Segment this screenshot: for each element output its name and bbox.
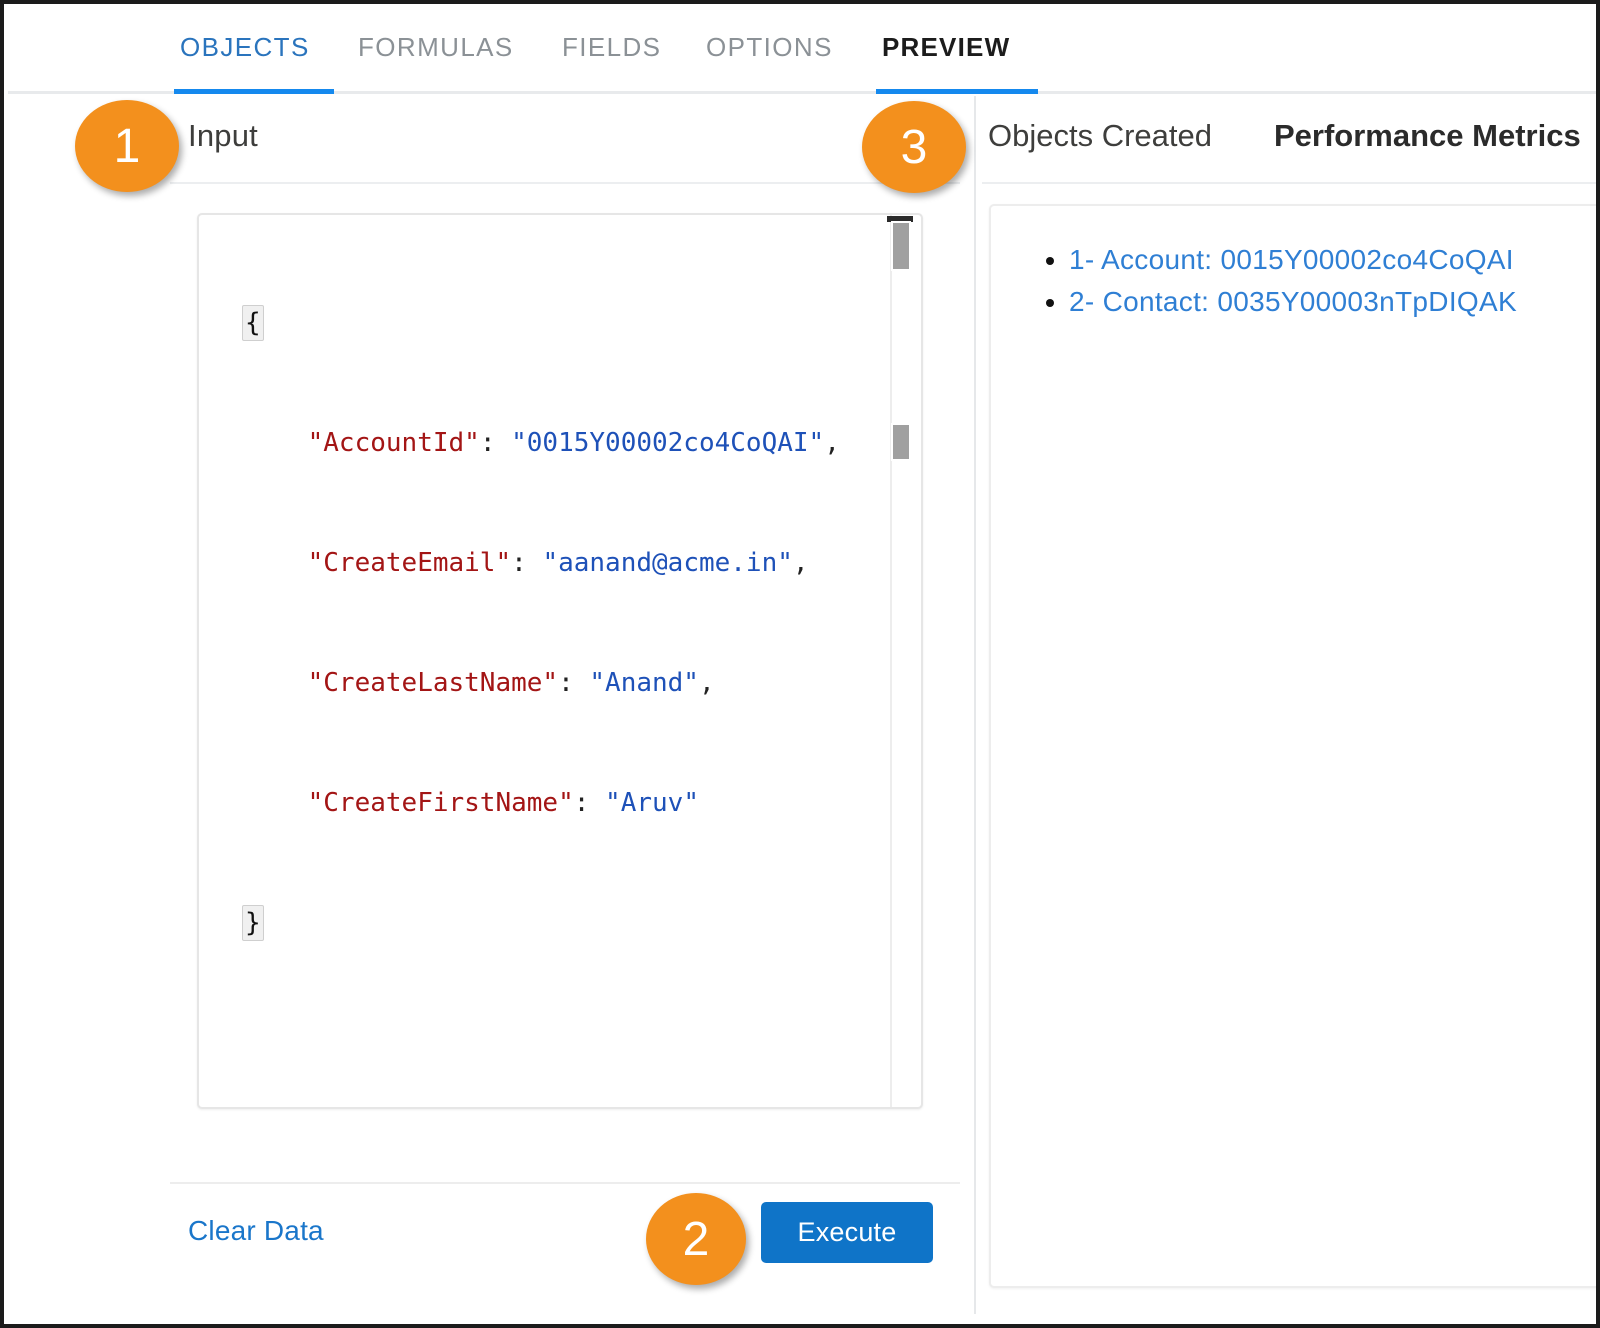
input-header: Input [170, 100, 960, 184]
pane-divider [974, 96, 976, 1314]
json-key-createfirstname: "CreateFirstName" [307, 788, 574, 818]
json-colon-2: : [511, 548, 543, 578]
json-colon-4: : [573, 788, 606, 818]
json-value-accountid: "0015Y00002co4CoQAI" [511, 428, 825, 458]
json-comma-3: , [698, 668, 715, 698]
code-line-3: "CreateLastName": "Anand", [245, 663, 840, 703]
code-line-1: "AccountId": "0015Y00002co4CoQAI", [245, 423, 840, 463]
json-comma-2: , [792, 548, 809, 578]
screenshot-frame: OBJECTS FORMULAS FIELDS OPTIONS PREVIEW … [0, 0, 1600, 1328]
step-badge-1: 1 [75, 100, 179, 192]
step-badge-3: 3 [862, 101, 966, 193]
code-line-open-brace: { [242, 303, 840, 343]
list-item: 1- Account: 0015Y00002co4CoQAI [1069, 239, 1517, 281]
json-colon-3: : [558, 668, 590, 698]
json-input-editor[interactable]: { "AccountId": "0015Y00002co4CoQAI", "Cr… [197, 213, 923, 1109]
tab-objects[interactable]: OBJECTS [180, 32, 310, 63]
step-badge-2: 2 [646, 1193, 746, 1285]
results-header: Objects Created Performance Metrics [982, 100, 1596, 184]
editor-scrollbar-thumb[interactable] [891, 221, 911, 271]
json-colon-1: : [479, 428, 512, 458]
input-title: Input [188, 118, 258, 153]
tab-performance-metrics[interactable]: Performance Metrics [1274, 118, 1581, 154]
json-value-createlastname: "Anand" [589, 668, 699, 698]
json-key-accountid: "AccountId" [307, 428, 480, 458]
list-item: 2- Contact: 0035Y00003nTpDIQAK [1069, 281, 1517, 323]
code-line-close-brace: } [242, 903, 840, 943]
tab-preview[interactable]: PREVIEW [882, 32, 1010, 63]
created-object-link-1[interactable]: 1- Account: 0015Y00002co4CoQAI [1069, 244, 1514, 275]
json-value-createemail: "aanand@acme.in" [542, 548, 793, 578]
editor-scroll-track [890, 215, 892, 1107]
brace-close: } [242, 905, 264, 941]
json-code-content: { "AccountId": "0015Y00002co4CoQAI", "Cr… [242, 223, 840, 1023]
footer-divider [170, 1182, 960, 1184]
code-line-2: "CreateEmail": "aanand@acme.in", [245, 543, 840, 583]
tab-formulas[interactable]: FORMULAS [358, 32, 514, 63]
editor-scroll-marker[interactable] [891, 423, 911, 461]
main-tab-bar: OBJECTS FORMULAS FIELDS OPTIONS PREVIEW [8, 8, 1596, 94]
execute-button[interactable]: Execute [761, 1202, 933, 1263]
clear-data-link[interactable]: Clear Data [188, 1215, 324, 1247]
created-object-link-2[interactable]: 2- Contact: 0035Y00003nTpDIQAK [1069, 286, 1517, 317]
brace-open: { [242, 305, 264, 341]
objects-created-card: 1- Account: 0015Y00002co4CoQAI 2- Contac… [989, 204, 1596, 1288]
tab-fields[interactable]: FIELDS [562, 32, 661, 63]
tab-objects-created[interactable]: Objects Created [988, 118, 1212, 154]
json-key-createemail: "CreateEmail" [307, 548, 512, 578]
code-line-4: "CreateFirstName": "Aruv" [245, 783, 840, 823]
json-value-createfirstname: "Aruv" [605, 788, 699, 818]
tab-options[interactable]: OPTIONS [706, 32, 833, 63]
json-comma-1: , [824, 428, 840, 458]
json-key-createlastname: "CreateLastName" [307, 668, 559, 698]
objects-created-list: 1- Account: 0015Y00002co4CoQAI 2- Contac… [1037, 239, 1517, 323]
